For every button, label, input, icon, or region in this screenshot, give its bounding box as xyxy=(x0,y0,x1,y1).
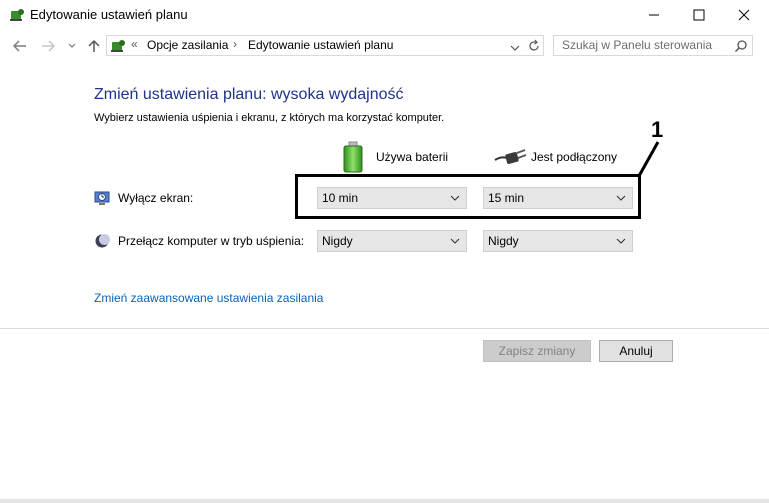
refresh-button[interactable] xyxy=(527,39,541,53)
refresh-icon xyxy=(529,39,539,51)
page-title: Zmień ustawienia planu: wysoka wydajność xyxy=(94,86,404,103)
recent-locations-button[interactable] xyxy=(62,36,82,56)
row-label-sleep: Przełącz komputer w tryb uśpienia: xyxy=(118,234,305,248)
divider xyxy=(0,328,769,329)
sleep-battery-dropdown[interactable]: Nigdy xyxy=(317,230,467,252)
close-button[interactable] xyxy=(721,0,767,30)
close-icon xyxy=(738,9,750,21)
up-arrow-icon xyxy=(88,39,100,52)
recent-dropdown-icon xyxy=(68,43,76,48)
dropdown-value: Nigdy xyxy=(322,234,353,248)
minimize-button[interactable] xyxy=(631,0,677,30)
maximize-icon xyxy=(693,9,705,21)
up-button[interactable] xyxy=(84,36,104,56)
search-placeholder[interactable]: Szukaj w Panelu sterowania xyxy=(562,38,712,52)
cancel-button[interactable]: Anuluj xyxy=(599,340,673,362)
breadcrumb-separator[interactable]: › xyxy=(233,37,237,51)
minimize-icon xyxy=(649,14,659,16)
display-clock-icon xyxy=(94,190,110,206)
annotation-box xyxy=(295,174,641,219)
back-button[interactable] xyxy=(10,36,30,56)
column-header-plugged: Jest podłączony xyxy=(531,150,618,164)
breadcrumb-power-options[interactable]: Opcje zasilania xyxy=(147,38,228,52)
sleep-plugged-dropdown[interactable]: Nigdy xyxy=(483,230,633,252)
forward-button[interactable] xyxy=(38,36,58,56)
plug-icon xyxy=(493,146,527,166)
back-arrow-icon xyxy=(13,40,26,52)
window-title: Edytowanie ustawień planu xyxy=(30,7,188,22)
row-label-turn-off-display: Wyłącz ekran: xyxy=(118,191,194,205)
power-options-icon xyxy=(110,38,126,54)
advanced-settings-link[interactable]: Zmień zaawansowane ustawienia zasilania xyxy=(94,291,323,305)
power-options-icon xyxy=(9,7,25,23)
moon-icon xyxy=(94,233,110,249)
dropdown-value: Nigdy xyxy=(488,234,519,248)
page-subtitle: Wybierz ustawienia uśpienia i ekranu, z … xyxy=(94,112,445,124)
chevron-down-icon xyxy=(450,231,460,259)
chevron-down-icon xyxy=(616,231,626,259)
search-icon[interactable] xyxy=(734,39,748,53)
forward-arrow-icon xyxy=(42,40,55,52)
chevron-down-icon xyxy=(510,45,520,51)
annotation-number: 1 xyxy=(651,117,664,142)
column-header-battery: Używa baterii xyxy=(376,150,449,164)
maximize-button[interactable] xyxy=(676,0,722,30)
battery-icon xyxy=(342,141,364,173)
annotation-pointer xyxy=(637,141,660,177)
breadcrumb-edit-plan[interactable]: Edytowanie ustawień planu xyxy=(248,38,393,52)
address-dropdown-button[interactable] xyxy=(509,40,523,52)
save-changes-button[interactable]: Zapisz zmiany xyxy=(483,340,591,362)
breadcrumb-overflow[interactable]: « xyxy=(131,37,138,51)
window-bottom-edge xyxy=(0,499,769,503)
